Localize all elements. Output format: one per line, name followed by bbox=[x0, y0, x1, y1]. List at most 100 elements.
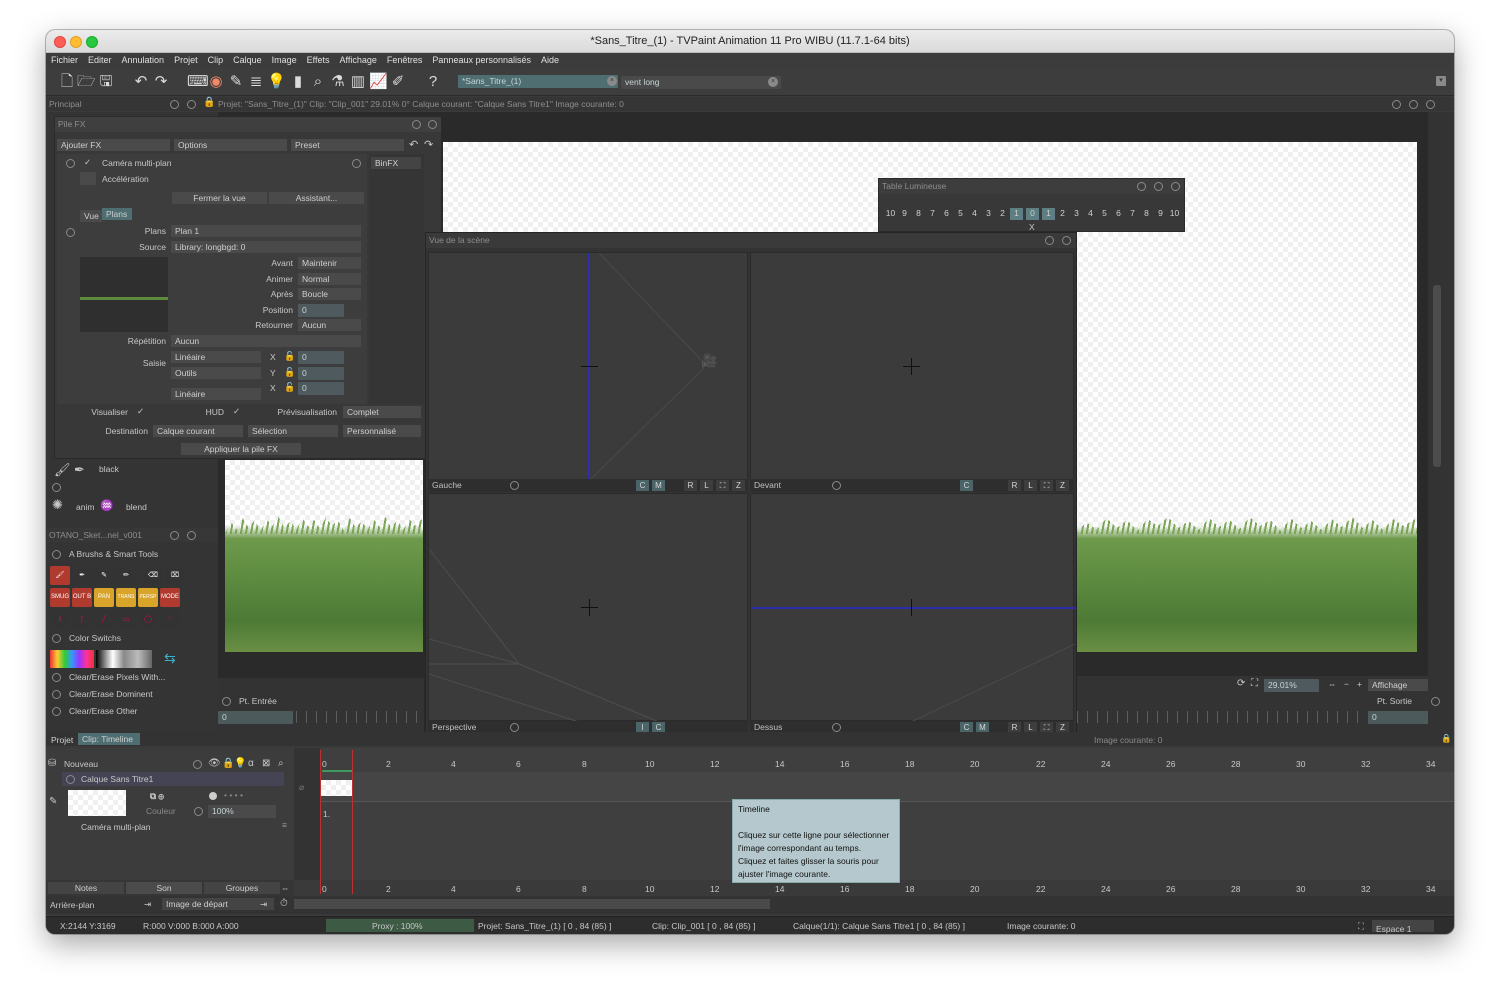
mode-tool[interactable]: MODE bbox=[160, 588, 180, 607]
image-depart-dropdown[interactable]: Image de départ bbox=[162, 898, 274, 910]
brush-preset-field[interactable]: vent long bbox=[621, 76, 781, 89]
smug-tool[interactable]: SMUG bbox=[50, 588, 70, 607]
lock-x-icon[interactable]: 🔓 bbox=[284, 351, 295, 362]
lt-cell[interactable]: 5 bbox=[954, 208, 967, 220]
pt-entree-toggle-icon[interactable] bbox=[222, 697, 231, 706]
redo-fx-icon[interactable]: ↷ bbox=[424, 138, 433, 151]
project-tab[interactable]: *Sans_Titre_(1) bbox=[458, 75, 618, 88]
devant-menu-icon[interactable] bbox=[832, 481, 841, 490]
lt-cell[interactable]: 9 bbox=[1154, 208, 1167, 220]
lock-icon[interactable]: 🔒 bbox=[203, 97, 215, 108]
menu-projet[interactable]: Projet bbox=[169, 53, 203, 68]
undo-fx-icon[interactable]: ↶ bbox=[409, 138, 418, 151]
arc-tool[interactable]: ◜ bbox=[160, 610, 180, 629]
color-switch-icon[interactable]: ⇆ bbox=[164, 650, 176, 667]
devant-r-button[interactable]: R bbox=[1008, 480, 1021, 491]
pan-tool[interactable]: PAN bbox=[94, 588, 114, 607]
view-devant[interactable] bbox=[750, 252, 1074, 480]
lt-cell[interactable]: 10 bbox=[1168, 208, 1181, 220]
library-icon[interactable]: ▥ bbox=[349, 73, 367, 91]
pt-sortie-toggle-icon[interactable] bbox=[1431, 697, 1440, 706]
lt-cell[interactable]: 8 bbox=[1140, 208, 1153, 220]
close-view-button[interactable]: Fermer la vue bbox=[172, 192, 267, 204]
lt-cell[interactable]: 7 bbox=[1126, 208, 1139, 220]
rotate-icon[interactable]: ⟳ bbox=[1237, 678, 1245, 689]
animer-dropdown[interactable]: Normal bbox=[298, 273, 361, 285]
arriere-plan-icon[interactable]: ⇥ bbox=[144, 899, 151, 910]
vertical-scrollbar[interactable] bbox=[1433, 285, 1441, 467]
brush-group-icon[interactable] bbox=[52, 483, 61, 492]
zoom-in-icon[interactable]: + bbox=[1357, 679, 1362, 689]
personnalise-dropdown[interactable]: Personnalisé bbox=[343, 425, 421, 437]
menu-annulation[interactable]: Annulation bbox=[117, 53, 170, 68]
color-swatch-rainbow[interactable] bbox=[50, 650, 94, 668]
clear-erase-dominent[interactable]: Clear/Erase Dominent bbox=[69, 689, 153, 699]
gauche-r-button[interactable]: R bbox=[684, 480, 697, 491]
perspective-menu-icon[interactable] bbox=[510, 723, 519, 732]
timeline-hscroll[interactable] bbox=[294, 899, 770, 909]
menu-calque[interactable]: Calque bbox=[228, 53, 267, 68]
layer-track[interactable] bbox=[320, 772, 1454, 802]
menu-image[interactable]: Image bbox=[267, 53, 302, 68]
blend-brush-icon[interactable]: ♒ bbox=[100, 499, 114, 512]
timeline-ruler[interactable]: 0 2 4 6 8 10 12 14 16 18 20 22 24 26 28 … bbox=[320, 757, 1454, 771]
keyboard-icon[interactable]: ⌨ bbox=[187, 73, 209, 91]
tools-panel-menu-icon[interactable] bbox=[170, 531, 179, 540]
lt-cell-current[interactable]: 0 bbox=[1026, 208, 1039, 220]
lt-cell[interactable]: 1 bbox=[1042, 208, 1055, 220]
tools-panel-close-icon[interactable] bbox=[187, 531, 196, 540]
light-table-close-icon[interactable] bbox=[1171, 182, 1180, 191]
layer-dot-icon[interactable] bbox=[209, 792, 217, 800]
search-icon[interactable]: ⌕ bbox=[309, 73, 327, 91]
status-space-icon[interactable]: ⛶ bbox=[1358, 921, 1364, 932]
menu-clip[interactable]: Clip bbox=[203, 53, 229, 68]
clear-erase-pixels[interactable]: Clear/Erase Pixels With... bbox=[69, 672, 165, 682]
out-b-tool[interactable]: OUT B bbox=[72, 588, 92, 607]
principal-close-icon[interactable] bbox=[187, 100, 196, 109]
gauche-menu-icon[interactable] bbox=[510, 481, 519, 490]
group2-toggle-icon[interactable] bbox=[52, 634, 61, 643]
menu-aide[interactable]: Aide bbox=[536, 53, 564, 68]
ink-tool[interactable]: ✒ bbox=[72, 566, 92, 585]
blend-mode-icons[interactable]: ⧉ ⊕ bbox=[150, 791, 164, 802]
repetition-dropdown[interactable]: Aucun bbox=[171, 335, 361, 347]
lt-cell[interactable]: 4 bbox=[968, 208, 981, 220]
selection-dropdown[interactable]: Sélection bbox=[248, 425, 338, 437]
gauche-c-button[interactable]: C bbox=[636, 480, 649, 491]
zoom-arrows-icon[interactable]: ⇔ bbox=[1328, 679, 1337, 689]
menu-fenetres[interactable]: Fenêtres bbox=[382, 53, 428, 68]
pile-fx-close-icon[interactable] bbox=[428, 120, 437, 129]
menu-effets[interactable]: Effets bbox=[302, 53, 335, 68]
tab-vue[interactable]: Vue bbox=[80, 210, 102, 222]
opacity-field[interactable]: 100% bbox=[208, 805, 276, 818]
gauche-center-icon[interactable]: ⛶ bbox=[716, 480, 729, 491]
view-dessus[interactable] bbox=[750, 493, 1075, 722]
tabs-arrow-icon[interactable]: ⇔ bbox=[281, 883, 290, 893]
menu-editer[interactable]: Editer bbox=[83, 53, 117, 68]
tab-plans[interactable]: Plans bbox=[102, 208, 132, 220]
scene-view-min-icon[interactable] bbox=[1045, 236, 1054, 245]
lasso-tool[interactable]: ℓ bbox=[50, 610, 70, 629]
in-field[interactable]: 0 bbox=[218, 711, 293, 724]
timeline-search-icon[interactable]: ⌕ bbox=[278, 758, 284, 769]
eraser-tool[interactable]: ⌫ bbox=[143, 566, 163, 585]
pen-icon[interactable]: ✐ bbox=[389, 73, 407, 91]
layer-lock-icon[interactable]: 🔒 bbox=[222, 758, 234, 769]
tab-clip-timeline[interactable]: Clip: Timeline bbox=[78, 733, 140, 745]
slider-icon[interactable]: ▮ bbox=[289, 73, 307, 91]
view-gauche[interactable]: 🎥 bbox=[428, 252, 748, 481]
menu-panneaux[interactable]: Panneaux personnalisés bbox=[427, 53, 536, 68]
apply-fx-button[interactable]: Appliquer la pile FX bbox=[181, 443, 301, 455]
lt-cell[interactable]: 9 bbox=[898, 208, 911, 220]
zoom-fit-icon[interactable]: ⛶ bbox=[1251, 678, 1258, 689]
curve-tool[interactable]: ∫ bbox=[72, 610, 92, 629]
lt-cell[interactable]: 7 bbox=[926, 208, 939, 220]
clear-brush-field-icon[interactable]: × bbox=[768, 77, 778, 87]
lt-cell[interactable]: 4 bbox=[1084, 208, 1097, 220]
hud-check-icon[interactable]: ✓ bbox=[233, 406, 240, 417]
zoom-out-icon[interactable]: − bbox=[1344, 679, 1349, 689]
multi-brush-tool[interactable]: ✎ bbox=[94, 566, 114, 585]
principal-x-icon[interactable] bbox=[1426, 100, 1435, 109]
saisie-dropdown-1[interactable]: Linéaire bbox=[171, 351, 261, 363]
rectangle-tool[interactable]: ▭ bbox=[116, 610, 136, 629]
